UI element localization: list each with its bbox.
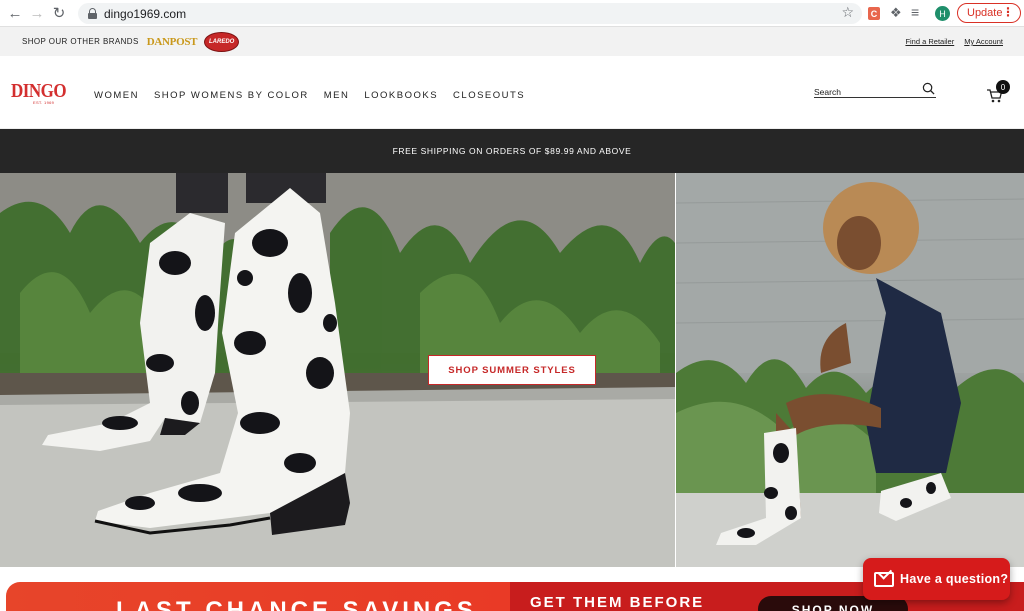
chat-label: Have a question? (900, 572, 1009, 586)
browser-toolbar: ← → ↻ dingo1969.com ☆ C ❖ ≡ H Update ⋮ (0, 0, 1024, 27)
nav-closeouts[interactable]: CLOSEOUTS (453, 90, 525, 101)
my-account-link[interactable]: My Account (964, 37, 1003, 46)
address-bar[interactable]: dingo1969.com ☆ (78, 3, 862, 24)
kebab-menu-icon[interactable]: ⋮ (1002, 5, 1014, 19)
hero-image-boots[interactable]: SHOP SUMMER STYLES (0, 173, 675, 567)
shop-summer-styles-button[interactable]: SHOP SUMMER STYLES (428, 355, 596, 385)
nav-men[interactable]: MEN (324, 90, 350, 101)
extension-c-icon[interactable]: C (868, 7, 880, 20)
cart-button[interactable]: 0 (986, 80, 1010, 104)
cart-count-badge: 0 (996, 80, 1010, 94)
find-retailer-link[interactable]: Find a Retailer (905, 37, 954, 46)
search-icon[interactable] (922, 82, 935, 95)
search-box (814, 82, 936, 98)
update-label: Update (967, 7, 1003, 19)
forward-icon[interactable]: → (26, 2, 48, 24)
extensions-puzzle-icon[interactable]: ❖ (890, 5, 902, 21)
promo-subtitle: GET THEM BEFORE (530, 594, 705, 611)
utility-bar: SHOP OUR OTHER BRANDS DANPOST LAREDO Fin… (0, 27, 1024, 56)
announcement-bar: FREE SHIPPING ON ORDERS OF $89.99 AND AB… (0, 129, 1024, 173)
site-header: DINGO EST. 1969 WOMEN SHOP WOMENS BY COL… (0, 56, 1024, 129)
update-button[interactable]: Update ⋮ (957, 3, 1021, 23)
nav-women[interactable]: WOMEN (94, 90, 139, 101)
announcement-text: FREE SHIPPING ON ORDERS OF $89.99 AND AB… (392, 146, 632, 156)
bookmark-star-icon[interactable]: ☆ (841, 4, 854, 21)
envelope-icon (874, 571, 894, 587)
profile-avatar[interactable]: H (935, 6, 950, 21)
search-input[interactable] (814, 87, 914, 97)
nav-shop-womens-by-color[interactable]: SHOP WOMENS BY COLOR (154, 90, 309, 101)
back-icon[interactable]: ← (4, 2, 26, 24)
model-photo (676, 173, 1024, 567)
dingo-logo[interactable]: DINGO EST. 1969 (11, 79, 67, 112)
lock-icon (88, 8, 97, 19)
reading-list-icon[interactable]: ≡ (911, 4, 919, 20)
main-nav: WOMEN SHOP WOMENS BY COLOR MEN LOOKBOOKS… (94, 90, 525, 101)
danpost-logo[interactable]: DANPOST (147, 36, 198, 48)
logo-wordmark: DINGO (11, 79, 67, 102)
reload-icon[interactable]: ↻ (48, 2, 70, 24)
nav-lookbooks[interactable]: LOOKBOOKS (364, 90, 438, 101)
other-brands-label: SHOP OUR OTHER BRANDS (22, 37, 139, 46)
laredo-logo[interactable]: LAREDO (204, 31, 240, 52)
promo-title: LAST CHANCE SAVINGS (116, 597, 477, 611)
hero-image-model[interactable] (676, 173, 1024, 567)
chat-widget-button[interactable]: Have a question? (863, 558, 1010, 600)
url-text[interactable]: dingo1969.com (104, 7, 186, 21)
